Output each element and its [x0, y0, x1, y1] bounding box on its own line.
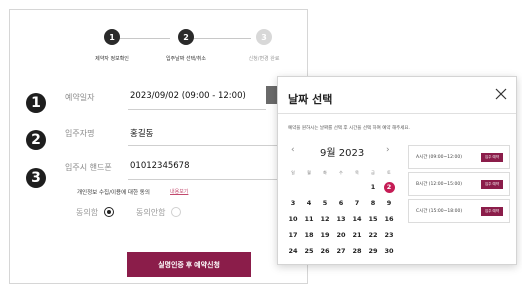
calendar-day[interactable]: 5	[317, 199, 333, 207]
time-slot-c-reserve-button[interactable]: 입주 예약	[481, 207, 503, 216]
time-slot-b-reserve-button[interactable]: 입주 예약	[481, 180, 503, 189]
prev-month-button[interactable]: ‹	[291, 145, 295, 155]
resident-name-underline	[128, 145, 286, 146]
calendar-day-number: 2	[383, 181, 395, 193]
weekday-sun: 일	[291, 170, 295, 175]
weekday-sat: 토	[387, 170, 391, 175]
calendar-day[interactable]: 16	[381, 215, 397, 223]
step-1-circle: 1	[104, 29, 120, 45]
calendar-day[interactable]: 24	[285, 247, 301, 255]
step-connector	[193, 38, 251, 39]
time-slot-b-label: B시간 (12:00~15:00)	[416, 182, 463, 187]
calendar-week-row: 12	[285, 179, 397, 195]
calendar-day[interactable]: 18	[301, 231, 317, 239]
calendar-week-row: 10 11 12 13 14 15 16	[285, 211, 397, 227]
step-1-label: 제약자 정보확인	[95, 56, 129, 62]
verify-and-reserve-button[interactable]: 실명인증 후 예약신청	[127, 252, 251, 277]
calendar-week-row: 24 25 26 27 28 29 30	[285, 243, 397, 259]
calendar-day[interactable]: 28	[349, 247, 365, 255]
calendar-day[interactable]: 13	[333, 215, 349, 223]
calendar-month-label: 9월 2023	[320, 148, 365, 159]
calendar-day[interactable]: 6	[333, 199, 349, 207]
calendar-week-row: 3456789	[285, 195, 397, 211]
next-month-button[interactable]: ›	[386, 145, 390, 155]
date-select-modal: 날짜 선택 예약을 원하시는 날짜를 선택 후 시간을 선택 하여 예약 해주세…	[277, 76, 517, 265]
close-icon[interactable]	[494, 86, 508, 100]
resident-phone-label: 입주시 핸드폰	[65, 163, 112, 172]
calendar-day[interactable]: 26	[317, 247, 333, 255]
calendar-day[interactable]: 27	[333, 247, 349, 255]
calendar-day[interactable]: 21	[349, 231, 365, 239]
calendar-day[interactable]: 4	[301, 199, 317, 207]
time-slot-c: C시간 (15:00~18:00) 입주 예약	[408, 199, 510, 223]
calendar-day[interactable]: 11	[301, 215, 317, 223]
step-3-circle: 3	[256, 29, 272, 45]
weekday-fri: 금	[371, 170, 375, 175]
calendar-day[interactable]: 19	[317, 231, 333, 239]
resident-phone-underline	[128, 179, 286, 180]
calendar-day[interactable]: 20	[333, 231, 349, 239]
time-slot-a-label: A시간 (09:00~12:00)	[416, 155, 463, 160]
time-slot-c-label: C시간 (15:00~18:00)	[416, 209, 463, 214]
calendar-day[interactable]: 30	[381, 247, 397, 255]
disagree-radio[interactable]	[171, 207, 181, 217]
booking-form: 1 제약자 정보확인 2 입주날짜 선택/취소 3 신청/변경 완료 예약일자 …	[9, 9, 308, 284]
time-slot-a-reserve-button[interactable]: 입주 예약	[481, 153, 503, 162]
time-slot-b: B시간 (12:00~15:00) 입주 예약	[408, 172, 510, 196]
disagree-label: 동의안함	[136, 208, 166, 217]
weekday-mon: 월	[307, 170, 311, 175]
calendar-day[interactable]: 10	[285, 215, 301, 223]
modal-divider	[278, 113, 516, 114]
time-slot-a: A시간 (09:00~12:00) 입주 예약	[408, 145, 510, 169]
step-marker-1: 1	[26, 93, 46, 113]
calendar-day[interactable]: 29	[365, 247, 381, 255]
step-connector	[116, 38, 170, 39]
modal-title: 날짜 선택	[288, 93, 333, 106]
calendar-day[interactable]: 23	[381, 231, 397, 239]
step-3-label: 신청/변경 완료	[248, 56, 280, 62]
calendar-day[interactable]: 15	[365, 215, 381, 223]
calendar-day[interactable]: 7	[349, 199, 365, 207]
calendar-weeks: 1 2 3 4 5 6 7 8 9 10 11 12 13 14 15 16 17 18 19 20 21 22 23 24 2…	[285, 179, 397, 259]
calendar-day[interactable]: 1	[365, 183, 381, 191]
calendar-day[interactable]: 12	[317, 215, 333, 223]
calendar-week-row: 17 18 19 20 21 22 23	[285, 227, 397, 243]
consent-view-link[interactable]: 내용보기	[170, 188, 188, 195]
modal-description: 예약을 원하시는 날짜를 선택 후 시간을 선택 하여 예약 해주세요.	[288, 126, 410, 131]
resident-phone-input[interactable]: 01012345678	[130, 161, 190, 171]
reservation-date-label: 예약일자	[65, 93, 95, 102]
step-2-label: 입주날짜 선택/취소	[165, 56, 207, 62]
agree-radio[interactable]	[104, 207, 114, 217]
weekday-wed: 수	[339, 170, 343, 175]
progress-stepper: 1 제약자 정보확인 2 입주날짜 선택/취소 3 신청/변경 완료	[10, 28, 309, 68]
resident-name-input[interactable]: 홍길동	[130, 127, 153, 139]
calendar-day[interactable]: 14	[349, 215, 365, 223]
calendar-day[interactable]: 3	[285, 199, 301, 207]
calendar-grid: 일 월 화 수 목 금 토 1 2 3 4 5 6 7 8 9 10 11 12 13 14 15 16 17 1…	[285, 167, 397, 259]
weekday-tue: 화	[323, 170, 327, 175]
calendar-day[interactable]: 22	[365, 231, 381, 239]
reservation-date-underline	[128, 109, 266, 110]
resident-name-label: 입주자명	[65, 129, 95, 138]
calendar-day-selected[interactable]: 2	[381, 181, 397, 193]
weekday-thu: 목	[355, 170, 359, 175]
step-marker-2: 2	[26, 130, 46, 150]
consent-label: 개인정보 수집/이용에 대한 동의	[77, 190, 150, 196]
weekday-row: 일 월 화 수 목 금 토	[285, 167, 397, 179]
calendar-day[interactable]: 8	[365, 199, 381, 207]
reservation-date-value[interactable]: 2023/09/02 (09:00 - 12:00)	[130, 91, 246, 101]
agree-label: 동의함	[76, 208, 99, 217]
step-2-circle: 2	[178, 29, 194, 45]
calendar-day[interactable]: 9	[381, 199, 397, 207]
calendar-day[interactable]: 17	[285, 231, 301, 239]
step-marker-3: 3	[26, 168, 46, 188]
calendar-day[interactable]: 25	[301, 247, 317, 255]
